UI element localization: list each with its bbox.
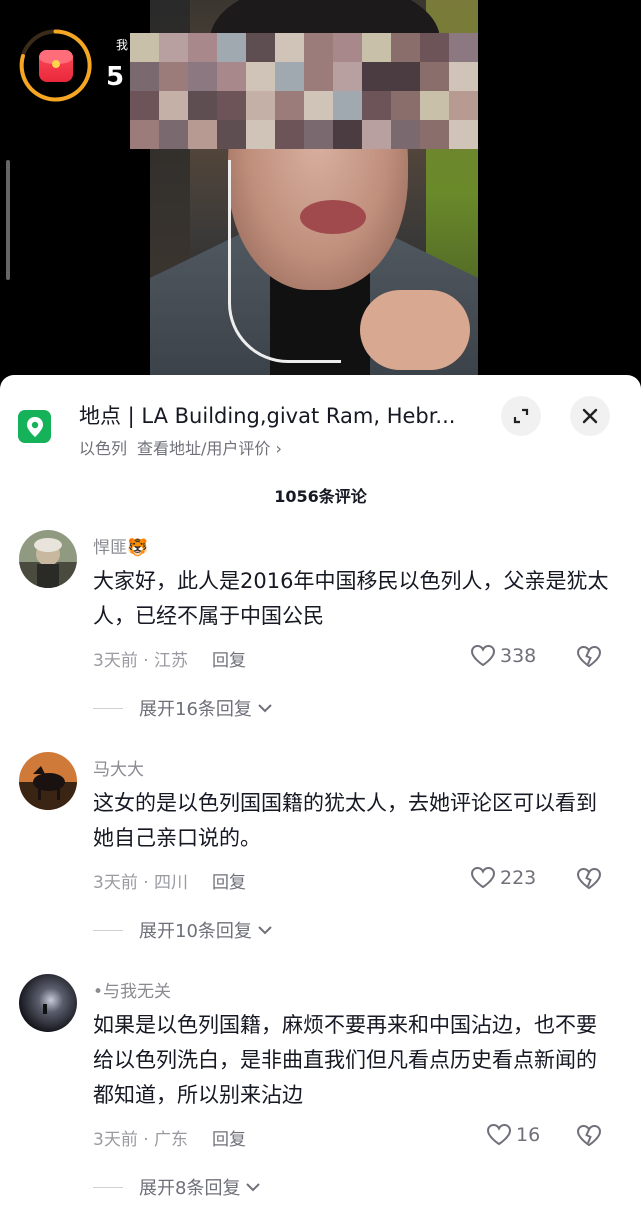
comment-meta: 3天前 · 江苏 回复 xyxy=(93,646,246,671)
red-packet-icon xyxy=(39,50,73,82)
heart-icon xyxy=(470,866,496,889)
expand-replies-label: 展开10条回复 xyxy=(139,921,252,942)
video-player[interactable]: 我 5 xyxy=(0,0,641,385)
broken-heart-icon xyxy=(576,867,602,890)
heart-icon xyxy=(470,644,496,667)
reply-button[interactable]: 回复 xyxy=(212,1130,246,1150)
comment-time-location: 3天前 · 四川 xyxy=(93,873,189,893)
comment-time-location: 3天前 · 江苏 xyxy=(93,651,189,671)
chevron-down-icon xyxy=(246,1183,261,1192)
chevron-down-icon xyxy=(258,926,272,935)
overlay-label: 我 xyxy=(116,38,129,52)
expand-replies-button[interactable]: 展开8条回复 xyxy=(93,1174,262,1200)
comment-text: 这女的是以色列国国籍的犹太人，去她评论区可以看到她自己亲口说的。 xyxy=(93,791,597,850)
broken-heart-icon xyxy=(576,645,602,668)
like-button[interactable]: 338 xyxy=(470,644,536,668)
expand-replies-button[interactable]: 展开16条回复 xyxy=(93,695,274,721)
comment-sheet: 地点 | LA Building,givat Ram, Hebr... 以色列查… xyxy=(0,375,641,1215)
divider-line xyxy=(93,1186,123,1188)
like-count: 16 xyxy=(516,1124,541,1146)
like-button[interactable]: 16 xyxy=(486,1123,540,1147)
location-pin-icon[interactable] xyxy=(18,410,51,443)
avatar[interactable] xyxy=(19,752,77,810)
red-packet-widget[interactable] xyxy=(18,28,93,103)
comment-meta: 3天前 · 广东 回复 xyxy=(93,1125,246,1150)
divider-line xyxy=(93,929,123,931)
comment-text: 如果是以色列国籍，麻烦不要再来和中国沾边，也不要给以色列洗白，是非曲直我们但凡看… xyxy=(93,1013,597,1107)
expand-replies-button[interactable]: 展开10条回复 xyxy=(93,917,274,943)
broken-heart-icon xyxy=(576,1124,602,1147)
dislike-button[interactable] xyxy=(576,645,602,673)
like-count: 223 xyxy=(500,867,537,889)
comment-username[interactable]: 悍匪🐯 xyxy=(93,533,148,558)
avatar[interactable] xyxy=(19,530,77,588)
chevron-down-icon xyxy=(258,704,272,713)
location-title[interactable]: 地点 | LA Building,givat Ram, Hebr... xyxy=(79,400,489,430)
like-count: 338 xyxy=(500,645,537,667)
side-indicator xyxy=(6,160,10,280)
location-subtitle[interactable]: 以色列 查看地址/用户评价 › xyxy=(79,435,282,459)
dislike-button[interactable] xyxy=(576,1124,602,1152)
comment-username[interactable]: 马大大 xyxy=(93,755,144,780)
expand-replies-label: 展开16条回复 xyxy=(139,699,252,720)
mosaic-blur xyxy=(130,33,478,149)
dislike-button[interactable] xyxy=(576,867,602,895)
expand-replies-label: 展开8条回复 xyxy=(139,1178,241,1199)
comment-meta: 3天前 · 四川 回复 xyxy=(93,868,246,893)
location-country: 以色列 xyxy=(79,439,128,458)
divider-line xyxy=(93,707,123,709)
avatar[interactable] xyxy=(19,974,77,1032)
reply-button[interactable]: 回复 xyxy=(212,651,246,671)
overlay-count: 5 xyxy=(106,62,125,92)
comment-text: 大家好，此人是2016年中国移民以色列人，父亲是犹太人，已经不属于中国公民 xyxy=(93,569,609,628)
collapse-icon xyxy=(513,408,529,424)
like-button[interactable]: 223 xyxy=(470,866,536,890)
reply-button[interactable]: 回复 xyxy=(212,873,246,893)
close-button[interactable] xyxy=(570,396,610,436)
collapse-button[interactable] xyxy=(501,396,541,436)
comment-time-location: 3天前 · 广东 xyxy=(93,1130,189,1150)
view-address-link[interactable]: 查看地址/用户评价 › xyxy=(137,439,282,458)
heart-icon xyxy=(486,1123,512,1146)
comment-username[interactable]: •与我无关 xyxy=(93,977,171,1002)
comment-count: 1056条评论 xyxy=(274,487,367,506)
close-icon xyxy=(582,408,598,424)
